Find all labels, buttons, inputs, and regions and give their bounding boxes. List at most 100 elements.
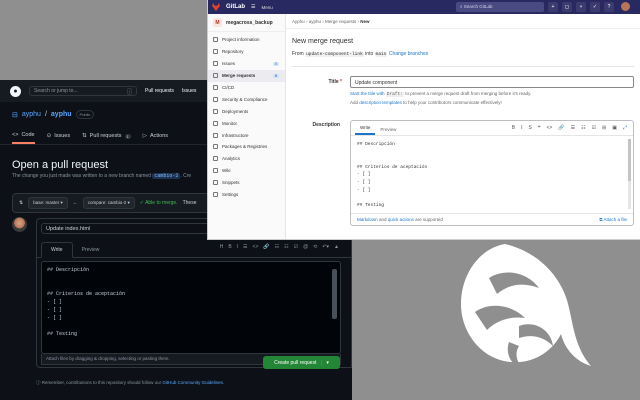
quick-actions-link[interactable]: quick actions <box>388 217 414 222</box>
sidebar-item-security[interactable]: Security & Compliance <box>208 93 285 105</box>
project-header[interactable]: M megacross_backup <box>208 14 285 32</box>
merge-requests-icon[interactable]: ⑂ <box>576 2 586 12</box>
quote-icon[interactable]: ☰ <box>243 244 247 250</box>
header-icons: + ◻ ⑂ ✓ ? <box>548 2 630 12</box>
strikethrough-icon[interactable]: S <box>528 125 531 131</box>
code-icon: <> <box>12 132 19 138</box>
pr-body-textarea[interactable]: ## Descripción ## Criterios de aceptació… <box>41 261 341 354</box>
repo-owner-link[interactable]: ayphu <box>22 111 41 118</box>
project-avatar: M <box>213 18 222 27</box>
description-templates-link[interactable]: description templates <box>359 100 402 105</box>
tab-write[interactable]: Write <box>41 242 73 258</box>
table-icon[interactable]: ⊞ <box>602 125 606 131</box>
user-avatar[interactable] <box>621 2 630 11</box>
description-scrollbar[interactable] <box>628 139 631 209</box>
markdown-toolbar: B I S ❝ <> 🔗 ☰ ☷ ☑ ⊞ ▣ ⤢ <box>512 125 627 131</box>
sidebar-item-project-information[interactable]: Project information <box>208 34 285 46</box>
hamburger-icon[interactable]: ☰ <box>251 4 255 10</box>
sidebar-item-analytics[interactable]: Analytics <box>208 153 285 165</box>
markdown-link[interactable]: Markdown <box>357 217 378 222</box>
tab-preview[interactable]: Preview <box>375 124 401 135</box>
nav-issues[interactable]: Issues <box>182 88 196 94</box>
sidebar-item-packages[interactable]: Packages & Registries <box>208 141 285 153</box>
tab-code[interactable]: <> Code <box>12 132 35 144</box>
mr-title-input[interactable]: Update component <box>350 76 634 88</box>
collapsible-icon[interactable]: ▣ <box>612 125 617 131</box>
ordered-list-icon[interactable]: ☷ <box>581 125 585 131</box>
reference-icon[interactable]: ⟲ <box>313 244 317 250</box>
tab-pull-requests[interactable]: ⇅ Pull requests 1 <box>82 132 131 144</box>
gitlab-search-input[interactable]: ⌕ Search GitLab <box>456 2 544 12</box>
breadcrumb-project[interactable]: ayphu <box>309 19 321 24</box>
ordered-list-icon[interactable]: ☷ <box>284 244 288 250</box>
menu-button[interactable]: Menu <box>261 5 272 10</box>
branch-name: cambio-2 <box>152 173 181 179</box>
link-icon[interactable]: 🔗 <box>558 125 564 131</box>
sidebar-item-wiki[interactable]: Wiki <box>208 165 285 177</box>
draft-hint-link[interactable]: Start the title with <box>350 91 385 96</box>
create-new-icon[interactable]: + <box>548 2 558 12</box>
task-list-icon[interactable]: ☑ <box>592 125 596 131</box>
help-icon[interactable]: ? <box>604 2 614 12</box>
sidebar-item-deployments[interactable]: Deployments <box>208 105 285 117</box>
sidebar-item-merge-requests[interactable]: Merge requests 0 <box>208 69 285 82</box>
gitlab-logo-icon[interactable] <box>212 3 220 11</box>
editor-scrollbar[interactable] <box>332 269 337 319</box>
github-search-input[interactable]: Search or jump to... / <box>29 86 137 96</box>
avatar[interactable] <box>12 217 27 232</box>
tab-actions[interactable]: ▷ Actions <box>143 132 168 144</box>
code-icon[interactable]: <> <box>547 125 553 131</box>
code-icon[interactable]: <> <box>253 244 259 250</box>
compare-branch-select[interactable]: compare: cambio-2 ▾ <box>82 197 135 209</box>
unordered-list-icon[interactable]: ☷ <box>275 244 279 250</box>
repo-name-link[interactable]: ayphu <box>51 111 72 118</box>
fullscreen-icon[interactable]: ⤢ <box>623 125 627 131</box>
task-list-icon[interactable]: ☑ <box>294 244 298 250</box>
unordered-list-icon[interactable]: ☰ <box>571 125 575 131</box>
italic-icon[interactable]: I <box>237 244 238 250</box>
bold-icon[interactable]: B <box>512 125 515 131</box>
tab-issues[interactable]: ⊙ Issues <box>47 132 71 144</box>
chevron-down-icon[interactable]: ▾ <box>321 359 329 366</box>
mention-icon[interactable]: @ <box>303 244 308 250</box>
tab-preview[interactable]: Preview <box>73 243 109 257</box>
sidebar-nav: Project information Repository Issues 0 M… <box>208 32 285 200</box>
attach-file-link[interactable]: ⧉ Attach a file <box>599 217 627 222</box>
sidebar-item-monitor[interactable]: Monitor <box>208 117 285 129</box>
heading-icon[interactable]: H <box>220 244 224 250</box>
sidebar-item-snippets[interactable]: Snippets <box>208 177 285 189</box>
sidebar-item-infrastructure[interactable]: Infrastructure <box>208 129 285 141</box>
italic-icon[interactable]: I <box>521 125 522 131</box>
gitlab-brand[interactable]: GitLab <box>226 4 245 10</box>
change-branches-link[interactable]: Change branches <box>389 51 428 57</box>
link-icon[interactable]: 🔗 <box>263 244 269 250</box>
nav-pull-requests[interactable]: Pull requests <box>145 88 174 94</box>
mr-description-textarea[interactable]: ## Descripción ## Criterios de aceptació… <box>357 141 627 209</box>
breadcrumb-merge-requests[interactable]: Merge requests <box>325 19 356 24</box>
sidebar-item-repository[interactable]: Repository <box>208 46 285 58</box>
breadcrumb-group[interactable]: Ayphu <box>292 19 305 24</box>
tab-write[interactable]: Write <box>355 122 376 135</box>
visibility-badge: Public <box>75 110 95 119</box>
reply-icon[interactable]: ↶▾ <box>322 244 329 250</box>
attach-file-label: Attach a file <box>603 217 627 222</box>
create-pull-request-label: Create pull request <box>274 359 317 366</box>
sidebar-item-issues[interactable]: Issues 0 <box>208 58 285 70</box>
issues-icon[interactable]: ◻ <box>562 2 572 12</box>
bold-icon[interactable]: B <box>228 244 231 250</box>
scrollbar-thumb[interactable] <box>628 139 631 181</box>
base-branch-select[interactable]: base: master ▾ <box>28 197 68 209</box>
sidebar-item-settings[interactable]: Settings <box>208 189 285 201</box>
markdown-icon[interactable]: ▲ <box>334 244 339 250</box>
github-logo-icon[interactable]: ● <box>10 85 21 97</box>
issues-icon <box>213 61 218 67</box>
templates-hint-rest: to help your contributors communicate ef… <box>403 100 502 105</box>
sidebar-item-cicd[interactable]: CI/CD <box>208 82 285 94</box>
guidelines-link[interactable]: GitHub Community Guidelines. <box>162 380 224 385</box>
pull-request-icon: ⇅ <box>82 133 87 139</box>
todo-icon[interactable]: ✓ <box>590 2 600 12</box>
compare-icon: ⇅ <box>19 200 24 206</box>
create-pull-request-button[interactable]: Create pull request ▾ <box>263 356 340 369</box>
sidebar-item-label: Settings <box>222 192 239 198</box>
quote-icon[interactable]: ❝ <box>538 125 541 131</box>
